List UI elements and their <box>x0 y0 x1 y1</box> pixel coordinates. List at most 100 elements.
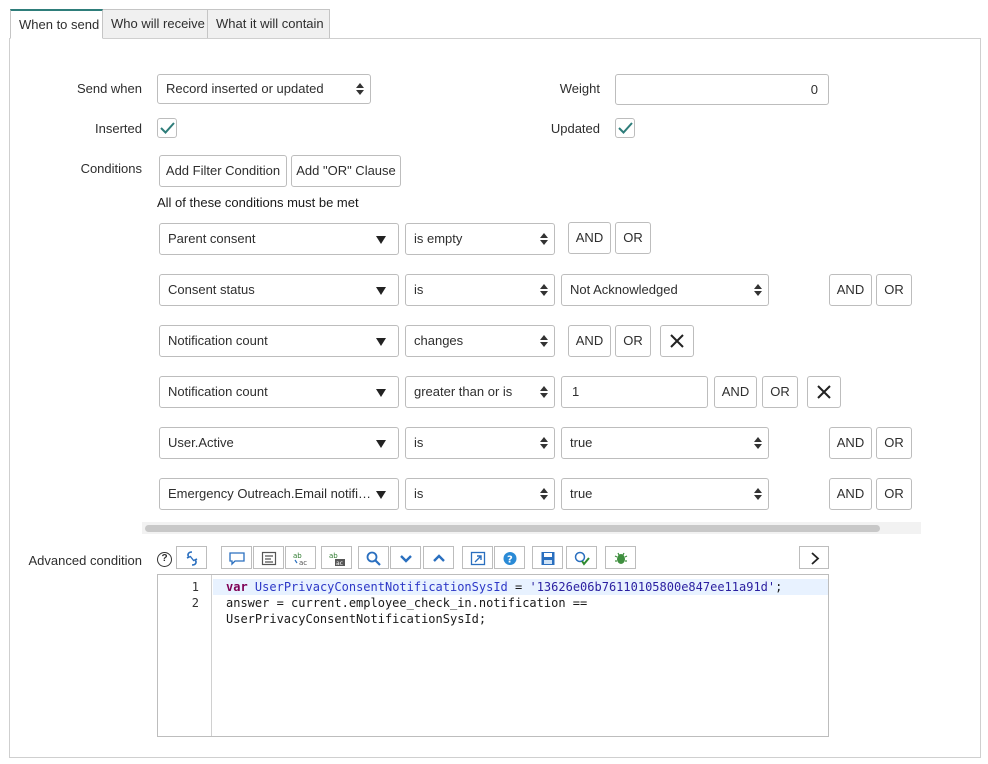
fullscreen-icon <box>470 551 486 566</box>
svg-text:ac: ac <box>336 560 343 566</box>
condition-operator-value: is <box>414 486 424 501</box>
find-next-icon <box>400 555 412 563</box>
select-arrows-icon <box>540 488 548 500</box>
dropdown-caret-icon <box>376 338 386 346</box>
search-button[interactable] <box>358 546 389 569</box>
delete-condition-button[interactable] <box>660 325 694 357</box>
save-icon <box>541 552 555 565</box>
comment-icon <box>229 552 245 566</box>
select-arrows-icon <box>754 488 762 500</box>
add-or-clause-button[interactable]: Add "OR" Clause <box>291 155 401 187</box>
or-button[interactable]: OR <box>876 274 912 306</box>
and-button[interactable]: AND <box>829 427 872 459</box>
find-next-button[interactable] <box>390 546 421 569</box>
condition-operator-value: greater than or is <box>414 384 513 399</box>
condition-field[interactable]: Parent consent <box>159 223 399 255</box>
condition-operator[interactable]: greater than or is <box>405 376 555 408</box>
or-button[interactable]: OR <box>762 376 798 408</box>
line-number: 2 <box>191 596 199 610</box>
condition-value: true <box>570 486 593 501</box>
or-button[interactable]: OR <box>876 427 912 459</box>
or-button[interactable]: OR <box>615 325 651 357</box>
condition-value-input[interactable]: 1 <box>561 376 708 408</box>
and-button[interactable]: AND <box>829 274 872 306</box>
select-arrows-icon <box>754 437 762 449</box>
help-button[interactable]: ? <box>494 546 525 569</box>
string-token: '13626e06b76110105800e847ee11a91d' <box>529 580 776 594</box>
condition-value-select[interactable]: true <box>561 427 769 459</box>
fullscreen-button[interactable] <box>462 546 493 569</box>
condition-operator[interactable]: is empty <box>405 223 555 255</box>
delete-condition-button[interactable] <box>807 376 841 408</box>
code-line-2-wrap: UserPrivacyConsentNotificationSysId; <box>226 612 487 626</box>
conditions-label: Conditions <box>80 161 142 176</box>
expand-arrow-icon <box>811 552 820 565</box>
validate-button[interactable] <box>566 546 597 569</box>
horizontal-scrollbar-track[interactable] <box>142 522 921 534</box>
updated-label: Updated <box>550 121 600 136</box>
condition-operator[interactable]: is <box>405 478 555 510</box>
find-previous-button[interactable] <box>423 546 454 569</box>
inserted-checkbox[interactable] <box>157 118 177 138</box>
or-button[interactable]: OR <box>615 222 651 254</box>
condition-value-select[interactable]: Not Acknowledged <box>561 274 769 306</box>
dropdown-caret-icon <box>376 491 386 499</box>
select-arrows-icon <box>540 233 548 245</box>
checkmark-icon <box>618 122 633 134</box>
close-icon <box>817 385 831 399</box>
debug-button[interactable] <box>605 546 636 569</box>
help-icon[interactable]: ? <box>157 552 172 567</box>
send-when-value: Record inserted or updated <box>166 81 324 96</box>
condition-field[interactable]: Consent status <box>159 274 399 306</box>
and-button[interactable]: AND <box>829 478 872 510</box>
send-when-select[interactable]: Record inserted or updated <box>157 74 371 104</box>
script-include-icon <box>186 551 198 566</box>
condition-value: Not Acknowledged <box>570 282 678 297</box>
help-circle-icon: ? <box>503 552 517 566</box>
replace-all-button[interactable]: ab ac <box>321 546 352 569</box>
close-icon <box>670 334 684 348</box>
and-button[interactable]: AND <box>568 222 611 254</box>
dropdown-caret-icon <box>376 440 386 448</box>
weight-input[interactable]: 0 <box>615 74 829 105</box>
condition-field-value: User.Active <box>168 435 234 450</box>
select-arrows-icon <box>540 437 548 449</box>
tab-who-will-receive[interactable]: Who will receive <box>102 9 208 39</box>
condition-value-select[interactable]: true <box>561 478 769 510</box>
condition-value: true <box>570 435 593 450</box>
all-conditions-text: All of these conditions must be met <box>157 195 359 210</box>
or-button[interactable]: OR <box>876 478 912 510</box>
code-line-1: var UserPrivacyConsentNotificationSysId … <box>226 580 782 594</box>
script-include-button[interactable] <box>176 546 207 569</box>
expand-button[interactable] <box>799 546 829 569</box>
format-code-button[interactable] <box>253 546 284 569</box>
save-button[interactable] <box>532 546 563 569</box>
keyword-token: var <box>226 580 248 594</box>
condition-operator[interactable]: is <box>405 274 555 306</box>
condition-field[interactable]: User.Active <box>159 427 399 459</box>
condition-field[interactable]: Notification count <box>159 325 399 357</box>
condition-operator-value: is <box>414 435 424 450</box>
validate-icon <box>574 551 590 566</box>
horizontal-scrollbar-thumb[interactable] <box>145 525 880 532</box>
condition-operator[interactable]: changes <box>405 325 555 357</box>
condition-field-value: Consent status <box>168 282 255 297</box>
replace-button[interactable]: ab ac <box>285 546 316 569</box>
replace-icon: abac <box>293 552 307 566</box>
add-filter-condition-button[interactable]: Add Filter Condition <box>159 155 287 187</box>
condition-field[interactable]: Notification count <box>159 376 399 408</box>
and-button[interactable]: AND <box>714 376 757 408</box>
send-when-label: Send when <box>76 81 142 96</box>
condition-operator[interactable]: is <box>405 427 555 459</box>
condition-field[interactable]: Emergency Outreach.Email notifica… <box>159 478 399 510</box>
replace-all-icon: abac <box>329 552 345 566</box>
updated-checkbox[interactable] <box>615 118 635 138</box>
select-arrows-icon <box>356 83 364 95</box>
tab-when-to-send[interactable]: When to send <box>10 9 103 39</box>
select-arrows-icon <box>754 284 762 296</box>
and-button[interactable]: AND <box>568 325 611 357</box>
script-editor[interactable]: 1 2 var UserPrivacyConsentNotificationSy… <box>157 574 829 737</box>
comment-button[interactable] <box>221 546 252 569</box>
condition-field-value: Notification count <box>168 333 268 348</box>
tab-what-it-will-contain[interactable]: What it will contain <box>207 9 330 39</box>
